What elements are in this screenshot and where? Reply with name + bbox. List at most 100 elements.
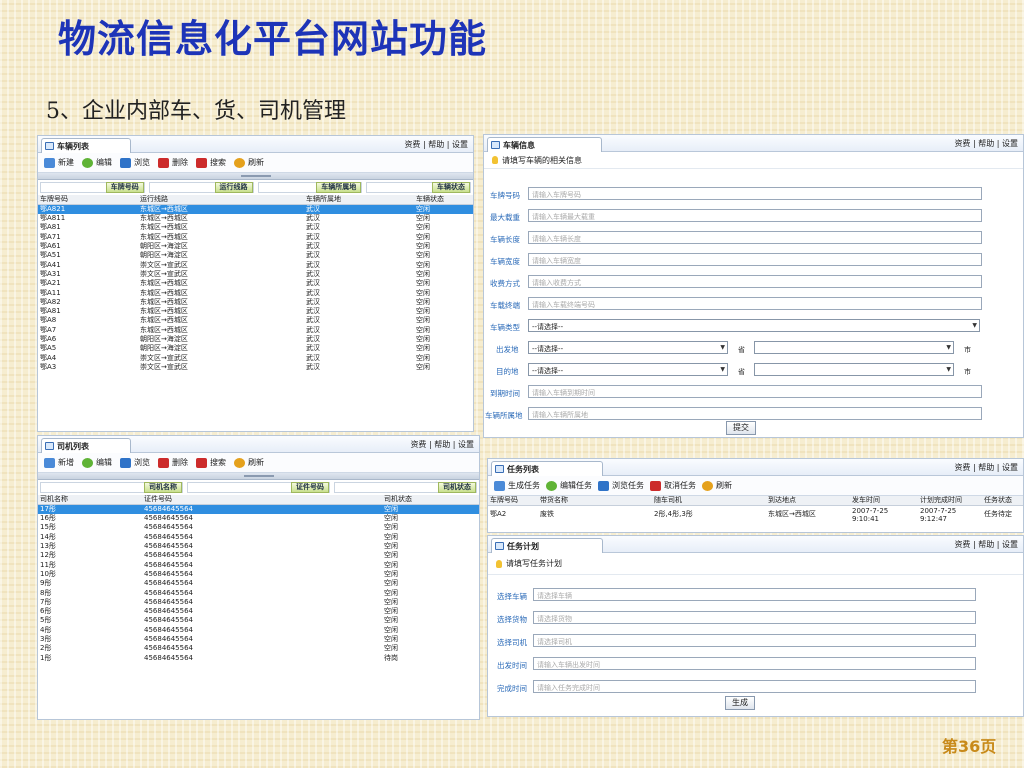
edit-button[interactable]: 编辑: [82, 457, 112, 468]
column-header[interactable]: 带货名称: [538, 496, 652, 506]
table-row[interactable]: 7彤 45684645564 空闲: [38, 598, 479, 607]
refresh-button[interactable]: 刷新: [234, 457, 264, 468]
filter-route[interactable]: 运行线路: [214, 182, 253, 193]
owner-location-input[interactable]: 请输入车辆所属地: [528, 407, 982, 420]
table-row[interactable]: 5彤 45684645564 空闲: [38, 616, 479, 625]
column-header[interactable]: 车牌号码: [38, 195, 138, 205]
column-header[interactable]: 车辆状态: [414, 195, 473, 205]
search-button[interactable]: 搜索: [196, 457, 226, 468]
view-button[interactable]: 浏览: [120, 457, 150, 468]
terminal-input[interactable]: 请输入车载终端号码: [528, 297, 982, 310]
table-row[interactable]: 1彤 45684645564 待岗: [38, 653, 479, 662]
table-row[interactable]: 11彤 45684645564 空闲: [38, 560, 479, 569]
table-row[interactable]: 鄂A31 崇文区→宣武区 武汉 空闲: [38, 270, 473, 279]
table-row[interactable]: 鄂A71 东城区→西城区 武汉 空闲: [38, 233, 473, 242]
table-row[interactable]: 15彤 45684645564 空闲: [38, 523, 479, 532]
view-task-button[interactable]: 浏览任务: [598, 480, 644, 491]
table-row[interactable]: 鄂A8 东城区→西城区 武汉 空闲: [38, 316, 473, 325]
column-header[interactable]: 发车时间: [850, 496, 918, 506]
table-row[interactable]: 鄂A21 东城区→西城区 武汉 空闲: [38, 279, 473, 288]
table-row[interactable]: 鄂A821 东城区→西城区 武汉 空闲: [38, 204, 473, 214]
filter-id-number[interactable]: 证件号码: [291, 482, 329, 493]
tab-task-plan[interactable]: 任务计划: [491, 538, 603, 553]
table-row[interactable]: 鄂A41 崇文区→宣武区 武汉 空闲: [38, 260, 473, 269]
column-header[interactable]: 运行线路: [138, 195, 304, 205]
column-header[interactable]: 证件号码: [142, 495, 382, 505]
table-row[interactable]: 6彤 45684645564 空闲: [38, 607, 479, 616]
finish-time-input[interactable]: 请输入任务完成时间: [533, 680, 976, 693]
max-load-input[interactable]: 请输入车辆最大载重: [528, 209, 982, 222]
select-driver-input[interactable]: 请选择司机: [533, 634, 976, 647]
filter-location[interactable]: 车辆所属地: [316, 182, 362, 193]
create-task-button[interactable]: 生成任务: [494, 480, 540, 491]
plate-number-input[interactable]: 请输入车牌号码: [528, 187, 982, 200]
table-row[interactable]: 16彤 45684645564 空闲: [38, 514, 479, 523]
table-row[interactable]: 鄂A11 东城区→西城区 武汉 空闲: [38, 288, 473, 297]
splitter[interactable]: [38, 173, 473, 180]
new-button[interactable]: 新增: [44, 457, 74, 468]
edit-button[interactable]: 编辑: [82, 157, 112, 168]
top-links[interactable]: 资费 | 帮助 | 设置: [954, 539, 1018, 550]
from-province-select[interactable]: --请选择--: [528, 341, 728, 354]
table-row[interactable]: 17彤 45684645564 空闲: [38, 504, 479, 514]
filter-plate[interactable]: 车牌号码: [105, 182, 144, 193]
refresh-button[interactable]: 刷新: [702, 480, 732, 491]
table-row[interactable]: 8彤 45684645564 空闲: [38, 588, 479, 597]
search-button[interactable]: 搜索: [196, 157, 226, 168]
cancel-task-button[interactable]: 取消任务: [650, 480, 696, 491]
filter-driver-status[interactable]: 司机状态: [438, 482, 476, 493]
tab-vehicle-list[interactable]: 车辆列表: [41, 138, 131, 153]
to-province-select[interactable]: --请选择--: [528, 363, 728, 376]
table-row[interactable]: 鄂A5 朝阳区→海淀区 武汉 空闲: [38, 344, 473, 353]
table-row[interactable]: 鄂A2 废铁 2彤,4彤,3彤 东城区→西城区 2007-7-25 9:10:4…: [488, 506, 1023, 524]
table-row[interactable]: 鄂A4 崇文区→宣武区 武汉 空闲: [38, 353, 473, 362]
refresh-button[interactable]: 刷新: [234, 157, 264, 168]
table-row[interactable]: 鄂A51 朝阳区→海淀区 武汉 空闲: [38, 251, 473, 260]
column-header[interactable]: 司机状态: [382, 495, 479, 505]
column-header[interactable]: 司机名称: [38, 495, 142, 505]
delete-button[interactable]: 删除: [158, 457, 188, 468]
top-links[interactable]: 资费 | 帮助 | 设置: [954, 138, 1018, 149]
vehicle-type-select[interactable]: --请选择--: [528, 319, 980, 332]
column-header[interactable]: 车牌号码: [488, 496, 538, 506]
table-row[interactable]: 鄂A81 东城区→西城区 武汉 空闲: [38, 223, 473, 232]
fee-method-input[interactable]: 请输入收费方式: [528, 275, 982, 288]
new-button[interactable]: 新建: [44, 157, 74, 168]
column-header[interactable]: 计划完成时间: [918, 496, 982, 506]
table-row[interactable]: 3彤 45684645564 空闲: [38, 635, 479, 644]
column-header[interactable]: 随车司机: [652, 496, 766, 506]
table-row[interactable]: 鄂A6 朝阳区→海淀区 武汉 空闲: [38, 335, 473, 344]
delete-button[interactable]: 删除: [158, 157, 188, 168]
select-vehicle-input[interactable]: 请选择车辆: [533, 588, 976, 601]
table-row[interactable]: 鄂A81 东城区→西城区 武汉 空闲: [38, 307, 473, 316]
filter-driver-name[interactable]: 司机名称: [144, 482, 182, 493]
table-row[interactable]: 13彤 45684645564 空闲: [38, 542, 479, 551]
column-header[interactable]: 任务状态: [982, 496, 1023, 506]
width-input[interactable]: 请输入车辆宽度: [528, 253, 982, 266]
from-city-select[interactable]: [754, 341, 954, 354]
table-row[interactable]: 鄂A61 朝阳区→海淀区 武汉 空闲: [38, 242, 473, 251]
select-cargo-input[interactable]: 请选择货物: [533, 611, 976, 624]
depart-time-input[interactable]: 请输入车辆出发时间: [533, 657, 976, 670]
table-row[interactable]: 2彤 45684645564 空闲: [38, 644, 479, 653]
table-row[interactable]: 10彤 45684645564 空闲: [38, 570, 479, 579]
length-input[interactable]: 请输入车辆长度: [528, 231, 982, 244]
top-links[interactable]: 资费 | 帮助 | 设置: [954, 462, 1018, 473]
table-row[interactable]: 鄂A3 崇文区→宣武区 武汉 空闲: [38, 363, 473, 372]
column-header[interactable]: 到达地点: [766, 496, 850, 506]
table-row[interactable]: 4彤 45684645564 空闲: [38, 626, 479, 635]
splitter[interactable]: [38, 473, 479, 480]
tab-vehicle-info[interactable]: 车辆信息: [487, 137, 602, 152]
top-links[interactable]: 资费 | 帮助 | 设置: [410, 439, 474, 450]
submit-button[interactable]: 提交: [726, 421, 756, 435]
table-row[interactable]: 鄂A82 东城区→西城区 武汉 空闲: [38, 298, 473, 307]
filter-status[interactable]: 车辆状态: [432, 182, 470, 193]
to-city-select[interactable]: [754, 363, 954, 376]
edit-task-button[interactable]: 编辑任务: [546, 480, 592, 491]
table-row[interactable]: 鄂A811 东城区→西城区 武汉 空闲: [38, 214, 473, 223]
tab-driver-list[interactable]: 司机列表: [41, 438, 131, 453]
view-button[interactable]: 浏览: [120, 157, 150, 168]
tab-task-list[interactable]: 任务列表: [491, 461, 603, 476]
expire-time-input[interactable]: 请输入车辆到期时间: [528, 385, 982, 398]
table-row[interactable]: 鄂A7 东城区→西城区 武汉 空闲: [38, 326, 473, 335]
